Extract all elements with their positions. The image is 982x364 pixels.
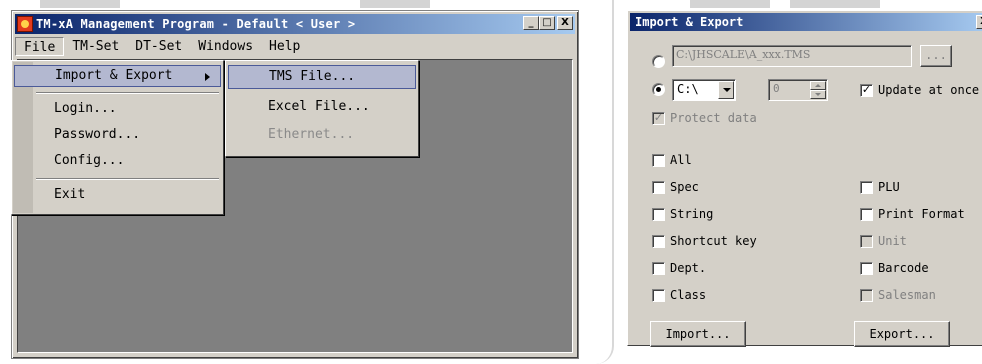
decorative-bar bbox=[790, 0, 880, 8]
spinner-buttons bbox=[810, 81, 826, 99]
spinner-value: 0 bbox=[773, 82, 780, 95]
window-title: TM-xA Management Program - Default < Use… bbox=[36, 17, 356, 31]
decorative-bar bbox=[40, 0, 120, 8]
menu-tm-set[interactable]: TM-Set bbox=[64, 37, 127, 56]
menubar: File TM-Set DT-Set Windows Help bbox=[15, 36, 575, 56]
maximize-button[interactable]: □ bbox=[539, 16, 555, 30]
minimize-button[interactable]: _ bbox=[523, 16, 539, 30]
decorative-bar bbox=[690, 0, 770, 8]
print-format-checkbox[interactable] bbox=[860, 208, 873, 221]
browse-button[interactable]: ... bbox=[920, 45, 952, 67]
barcode-label: Barcode bbox=[878, 261, 929, 275]
protect-data-checkbox[interactable]: ✓ bbox=[652, 112, 665, 125]
submenu-item-excel-file[interactable]: Excel File... bbox=[228, 95, 416, 119]
spec-label: Spec bbox=[670, 180, 699, 194]
dialog-close-button[interactable]: X bbox=[976, 15, 982, 29]
menu-item-config[interactable]: Config... bbox=[14, 150, 221, 172]
drive-select-value: C:\ bbox=[677, 82, 699, 96]
menu-item-label: Import & Export bbox=[55, 68, 173, 83]
file-menu-dropdown: Import & Export Login... Password... Con… bbox=[11, 60, 224, 215]
string-checkbox[interactable] bbox=[652, 208, 665, 221]
all-label: All bbox=[670, 153, 692, 167]
spin-down-icon[interactable] bbox=[810, 90, 826, 99]
dialog-titlebar[interactable]: Import & Export X bbox=[630, 13, 982, 31]
menu-windows[interactable]: Windows bbox=[190, 37, 261, 56]
spec-checkbox[interactable] bbox=[652, 181, 665, 194]
menu-separator bbox=[36, 92, 219, 94]
update-at-once-checkbox[interactable]: ✓ bbox=[860, 84, 873, 97]
caption-buttons: _ □ X bbox=[523, 16, 573, 30]
protect-data-label: Protect data bbox=[670, 111, 757, 125]
class-label: Class bbox=[670, 288, 707, 302]
export-button[interactable]: Export... bbox=[854, 321, 950, 347]
dialog-title: Import & Export bbox=[635, 15, 744, 29]
submenu-item-ethernet[interactable]: Ethernet... bbox=[228, 123, 416, 147]
update-at-once-label: Update at once bbox=[878, 83, 980, 97]
chevron-right-icon bbox=[205, 73, 210, 81]
plu-checkbox[interactable] bbox=[860, 181, 873, 194]
salesman-checkbox[interactable] bbox=[860, 289, 873, 302]
decorative-bar bbox=[360, 0, 430, 8]
menu-item-import-export[interactable]: Import & Export bbox=[14, 65, 221, 87]
spin-up-icon[interactable] bbox=[810, 81, 826, 90]
menu-file[interactable]: File bbox=[15, 36, 65, 56]
submenu-item-tms-file[interactable]: TMS File... bbox=[228, 65, 416, 89]
app-logo-icon bbox=[17, 16, 33, 32]
menu-item-exit[interactable]: Exit bbox=[14, 184, 221, 206]
menu-item-login[interactable]: Login... bbox=[14, 98, 221, 120]
unit-label: Unit bbox=[878, 234, 907, 248]
close-button[interactable]: X bbox=[557, 16, 573, 30]
file-path-radio[interactable] bbox=[652, 55, 665, 68]
main-titlebar[interactable]: TM-xA Management Program - Default < Use… bbox=[15, 14, 575, 34]
decorative-curve bbox=[596, 0, 614, 364]
dept-checkbox[interactable] bbox=[652, 262, 665, 275]
import-button[interactable]: Import... bbox=[650, 321, 746, 347]
menu-dt-set[interactable]: DT-Set bbox=[127, 37, 190, 56]
barcode-checkbox[interactable] bbox=[860, 262, 873, 275]
unit-checkbox[interactable] bbox=[860, 235, 873, 248]
salesman-label: Salesman bbox=[878, 288, 936, 302]
count-spinner[interactable]: 0 bbox=[768, 79, 828, 101]
all-checkbox[interactable] bbox=[652, 154, 665, 167]
class-checkbox[interactable] bbox=[652, 289, 665, 302]
import-export-submenu: TMS File... Excel File... Ethernet... bbox=[225, 60, 419, 157]
drive-select[interactable]: C:\ bbox=[672, 79, 736, 101]
plu-label: PLU bbox=[878, 180, 900, 194]
menu-item-password[interactable]: Password... bbox=[14, 124, 221, 146]
drive-radio[interactable] bbox=[652, 83, 665, 96]
string-label: String bbox=[670, 207, 714, 221]
file-path-input[interactable]: C:\JHSCALE\A_xxx.TMS bbox=[672, 45, 912, 67]
menu-help[interactable]: Help bbox=[261, 37, 308, 56]
shortcut-key-label: Shortcut key bbox=[670, 234, 757, 248]
import-export-dialog: Import & Export X C:\JHSCALE\A_xxx.TMS .… bbox=[627, 10, 982, 347]
menu-separator bbox=[36, 178, 219, 180]
shortcut-key-checkbox[interactable] bbox=[652, 235, 665, 248]
print-format-label: Print Format bbox=[878, 207, 965, 221]
dept-label: Dept. bbox=[670, 261, 707, 275]
chevron-down-icon[interactable] bbox=[718, 81, 734, 99]
